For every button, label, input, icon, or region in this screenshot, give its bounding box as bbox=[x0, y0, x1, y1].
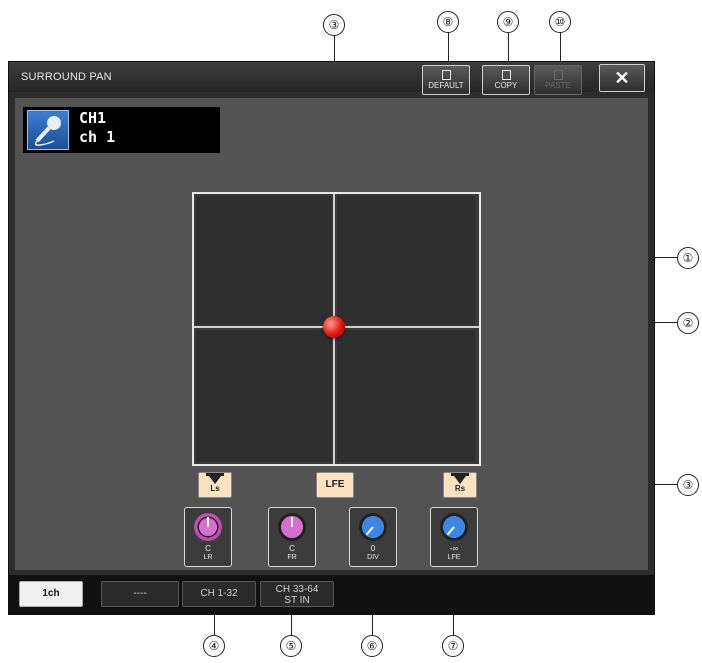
knob-value: -∞ bbox=[449, 544, 459, 553]
speaker-label-rs: Rs bbox=[454, 484, 466, 493]
channel-info: CH1 ch 1 bbox=[23, 107, 220, 153]
quadrant-rear-right bbox=[337, 330, 475, 462]
knob-value: C bbox=[205, 544, 211, 553]
callout-8: ⑧ bbox=[437, 11, 459, 33]
knob-dial bbox=[359, 513, 387, 541]
surround-pan-window: SURROUND PAN DEFAULT COPY PASTE ✕ CH1 ch… bbox=[8, 61, 655, 615]
knob-indicator bbox=[365, 526, 374, 536]
quadrant-front-right bbox=[337, 196, 475, 325]
speaker-icon bbox=[454, 476, 466, 484]
lfe-button[interactable]: LFE bbox=[316, 472, 354, 498]
tab-1ch[interactable]: 1ch bbox=[19, 581, 83, 607]
fr-pan-knob[interactable]: C FR bbox=[268, 507, 316, 567]
channel-tab-bar: 1ch ---- CH 1-32 CH 33-64 ST IN bbox=[9, 575, 654, 614]
knob-dial bbox=[440, 513, 468, 541]
callout-7: ⑦ bbox=[442, 635, 464, 657]
div-knob[interactable]: 0 DIV bbox=[349, 507, 397, 567]
tab-ch-33-64-label: CH 33-64 ST IN bbox=[275, 584, 319, 606]
speaker-button-ls[interactable]: Ls bbox=[198, 472, 232, 498]
speaker-label-ls: Ls bbox=[210, 484, 220, 493]
pan-panel: CH1 ch 1 L C R bbox=[15, 98, 648, 570]
default-button-label: DEFAULT bbox=[428, 81, 464, 90]
window-title: SURROUND PAN bbox=[21, 71, 112, 83]
knob-label: LFE bbox=[447, 554, 461, 561]
speaker-icon bbox=[209, 476, 221, 484]
knob-label: FR bbox=[287, 554, 297, 561]
microphone-icon bbox=[27, 110, 69, 150]
copy-button[interactable]: COPY bbox=[482, 65, 530, 95]
paste-icon bbox=[553, 70, 563, 80]
tab-empty[interactable]: ---- bbox=[101, 581, 179, 607]
paste-button-label: PASTE bbox=[545, 81, 571, 90]
tab-ch-33-64-st-in[interactable]: CH 33-64 ST IN bbox=[260, 581, 334, 607]
copy-button-label: COPY bbox=[494, 81, 518, 90]
knob-dial bbox=[194, 513, 222, 541]
channel-number: CH1 bbox=[79, 109, 107, 127]
callout-1: ① bbox=[677, 247, 699, 269]
callout-2: ② bbox=[677, 312, 699, 334]
knob-label: LR bbox=[203, 554, 213, 561]
quadrant-front-left bbox=[196, 196, 332, 325]
knob-indicator bbox=[291, 517, 293, 527]
surround-pan-field[interactable] bbox=[192, 192, 481, 466]
callout-3-top: ③ bbox=[323, 14, 345, 36]
knob-dial bbox=[278, 513, 306, 541]
pan-position-marker[interactable] bbox=[323, 316, 345, 338]
lfe-level-knob[interactable]: -∞ LFE bbox=[430, 507, 478, 567]
callout-4: ④ bbox=[203, 635, 225, 657]
callout-6: ⑥ bbox=[361, 635, 383, 657]
close-button[interactable]: ✕ bbox=[599, 64, 645, 92]
channel-name: ch 1 bbox=[79, 128, 116, 146]
speaker-button-rs[interactable]: Rs bbox=[443, 472, 477, 498]
document-icon bbox=[441, 70, 451, 80]
knob-label: DIV bbox=[367, 554, 379, 561]
title-bar: SURROUND PAN DEFAULT COPY PASTE ✕ bbox=[9, 62, 654, 95]
quadrant-rear-left bbox=[196, 330, 332, 462]
callout-5: ⑤ bbox=[280, 635, 302, 657]
callout-10: ⑩ bbox=[549, 11, 571, 33]
knob-value: 0 bbox=[370, 544, 376, 553]
paste-button[interactable]: PASTE bbox=[534, 65, 582, 95]
knob-value: C bbox=[289, 544, 295, 553]
knob-indicator bbox=[207, 517, 209, 527]
lr-pan-knob[interactable]: C LR bbox=[184, 507, 232, 567]
tab-ch-1-32[interactable]: CH 1-32 bbox=[182, 581, 256, 607]
knob-indicator bbox=[446, 526, 455, 536]
callout-9: ⑨ bbox=[497, 11, 519, 33]
copy-icon bbox=[501, 70, 511, 80]
default-button[interactable]: DEFAULT bbox=[422, 65, 470, 95]
callout-3-bottom: ③ bbox=[677, 474, 699, 496]
